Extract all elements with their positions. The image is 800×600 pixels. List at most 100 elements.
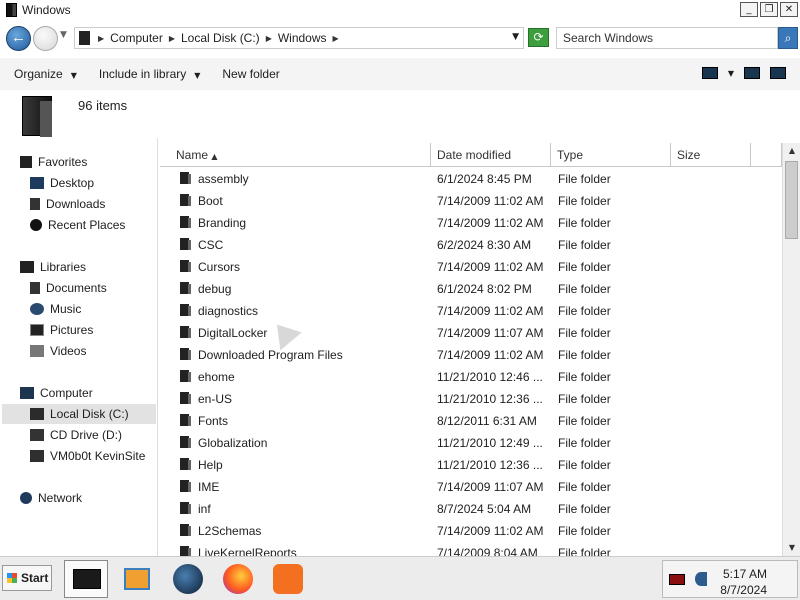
back-button[interactable]: ← [6,26,31,51]
file-date: 6/2/2024 8:30 AM [437,238,532,252]
network-icon [20,492,32,504]
search-input[interactable]: Search Windows [556,27,778,49]
table-row[interactable]: Downloaded Program Files 7/14/2009 11:02 … [160,344,782,366]
maximize-button[interactable]: ❐ [760,2,778,17]
breadcrumb-windows[interactable]: Windows [278,31,327,45]
scroll-thumb[interactable] [785,161,798,239]
address-bar[interactable]: ▶ Computer ▶ Local Disk (C:) ▶ Windows ▶… [74,27,524,49]
file-type: File folder [558,172,611,186]
volume-icon[interactable] [695,572,707,586]
refresh-button[interactable]: ⟳ [528,28,549,47]
nav-label: Libraries [40,260,87,274]
file-name: ehome [198,370,235,384]
table-row[interactable]: Fonts 8/12/2011 6:31 AM File folder [160,410,782,432]
nav-cd-drive[interactable]: CD Drive (D:) [30,425,122,445]
table-row[interactable]: IME 7/14/2009 11:07 AM File folder [160,476,782,498]
clock-date[interactable]: 8/7/2024 [720,583,767,597]
title-bar: Windows _ ❐ ✕ [0,0,800,20]
vertical-scrollbar[interactable]: ▲ ▼ [782,143,800,556]
close-button[interactable]: ✕ [780,2,798,17]
table-row[interactable]: assembly 6/1/2024 8:45 PM File folder [160,168,782,190]
file-date: 7/14/2009 11:02 AM [437,348,544,362]
table-row[interactable]: inf 8/7/2024 5:04 AM File folder [160,498,782,520]
breadcrumb-local-disk[interactable]: Local Disk (C:) [181,31,260,45]
firefox-taskbar-button[interactable] [216,560,260,598]
chevron-down-icon[interactable]: ▼ [728,69,734,78]
scroll-up-arrow-icon[interactable]: ▲ [784,144,800,158]
nav-libraries[interactable]: Libraries [20,257,86,277]
nav-documents[interactable]: Documents [30,278,107,298]
flag-icon[interactable] [669,574,685,585]
search-icon[interactable]: ⌕ [778,27,798,49]
nav-label: Local Disk (C:) [50,407,129,421]
table-row[interactable]: Cursors 7/14/2009 11:02 AM File folder [160,256,782,278]
help-icon[interactable] [770,67,786,79]
nav-network[interactable]: Network [20,488,82,508]
clock-time[interactable]: 5:17 AM [723,567,767,581]
ie-taskbar-button[interactable] [166,560,210,598]
table-row[interactable]: DigitalLocker 7/14/2009 11:07 AM File fold… [160,322,782,344]
chevron-right-icon[interactable]: ▶ [266,34,272,43]
media-player-taskbar-button[interactable] [116,560,160,598]
change-view-icon[interactable] [701,67,718,79]
table-row[interactable]: L2Schemas 7/14/2009 11:02 AM File folder [160,520,782,542]
nav-label: Pictures [50,323,94,337]
column-header-type[interactable]: Type [551,143,671,167]
explorer-taskbar-button[interactable] [64,560,108,598]
forward-button[interactable] [33,26,58,51]
nav-pictures[interactable]: Pictures [30,320,93,340]
details-header: 96 items [0,90,800,138]
folder-icon [180,546,191,556]
column-header-size[interactable]: Size [671,143,751,167]
table-row[interactable]: en-US 11/21/2010 12:36 ... File folder [160,388,782,410]
nav-recent-places[interactable]: Recent Places [30,215,125,235]
nav-local-disk[interactable]: Local Disk (C:) [2,404,156,424]
table-row[interactable]: Help 11/21/2010 12:36 ... File folder [160,454,782,476]
column-header-date[interactable]: Date modified [431,143,551,167]
uc-browser-taskbar-button[interactable] [266,560,310,598]
preview-pane-icon[interactable] [744,67,760,79]
recent-pages-dropdown[interactable]: ▼ [60,30,67,40]
table-row[interactable]: CSC 6/2/2024 8:30 AM File folder [160,234,782,256]
nav-computer[interactable]: Computer [20,383,93,403]
folder-icon [79,31,90,45]
address-dropdown[interactable]: ▼ [512,32,519,42]
table-row[interactable]: LiveKernelReports 7/14/2009 8:04 AM File f… [160,542,782,556]
table-row[interactable]: Branding 7/14/2009 11:02 AM File folder [160,212,782,234]
nav-music[interactable]: Music [30,299,81,319]
chevron-right-icon[interactable]: ▶ [333,34,339,43]
nav-videos[interactable]: Videos [30,341,86,361]
file-type: File folder [558,458,611,472]
organize-button[interactable]: Organize ▼ [14,67,77,81]
desktop-icon [30,177,44,189]
minimize-button[interactable]: _ [740,2,758,17]
file-date: 11/21/2010 12:36 ... [437,458,543,472]
table-row[interactable]: ehome 11/21/2010 12:46 ... File folder [160,366,782,388]
chevron-right-icon[interactable]: ▶ [169,34,175,43]
breadcrumb-computer[interactable]: Computer [110,31,163,45]
column-header-empty [751,143,782,167]
column-header-name[interactable]: Name ▲ [160,143,431,167]
table-row[interactable]: Boot 7/14/2009 11:02 AM File folder [160,190,782,212]
file-type: File folder [558,480,611,494]
file-name: IME [198,480,220,494]
firefox-icon [223,564,253,594]
table-row[interactable]: diagnostics 7/14/2009 11:02 AM File folder [160,300,782,322]
new-folder-button[interactable]: New folder [222,67,279,81]
nav-favorites[interactable]: Favorites [20,152,87,172]
nav-downloads[interactable]: Downloads [30,194,105,214]
table-row[interactable]: Globalization 11/21/2010 12:49 ... File fo… [160,432,782,454]
nav-desktop[interactable]: Desktop [30,173,94,193]
file-date: 7/14/2009 11:02 AM [437,216,544,230]
chevron-right-icon[interactable]: ▶ [98,34,104,43]
table-row[interactable]: debug 6/1/2024 8:02 PM File folder [160,278,782,300]
window-title: Windows [22,3,71,17]
start-button[interactable]: Start [2,565,52,591]
folder-icon [180,524,191,536]
scroll-down-arrow-icon[interactable]: ▼ [784,541,800,555]
file-list: Name ▲ Date modified Type Size assembly 6… [160,143,782,556]
include-in-library-button[interactable]: Include in library ▼ [99,67,201,81]
file-type: File folder [558,326,611,340]
nav-vm-share[interactable]: VM0b0t KevinSite [30,446,145,466]
address-row: ← ▼ ▶ Computer ▶ Local Disk (C:) ▶ Windo… [0,20,800,56]
